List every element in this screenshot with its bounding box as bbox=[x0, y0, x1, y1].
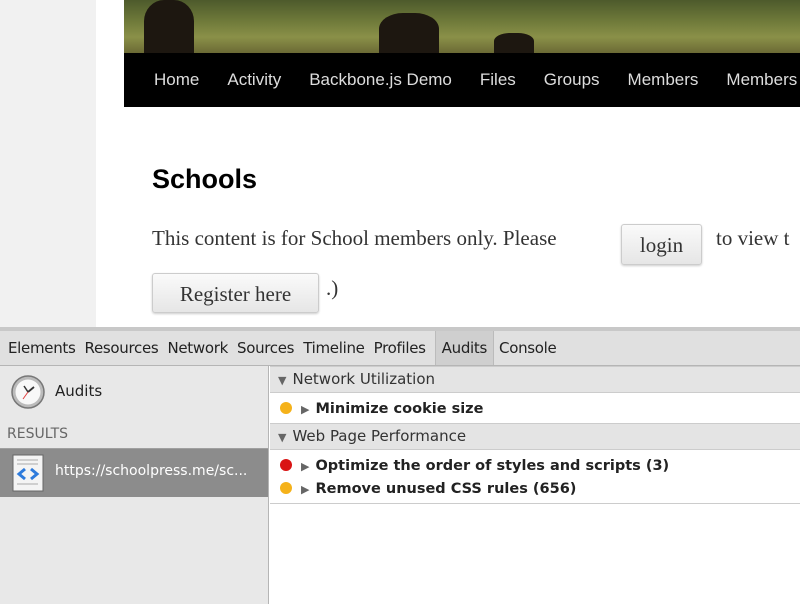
section-web-page-performance[interactable]: ▼ Web Page Performance bbox=[270, 423, 800, 450]
warning-dot-icon bbox=[280, 482, 292, 494]
rule-label: Remove unused CSS rules (656) bbox=[315, 481, 577, 497]
login-button[interactable]: login bbox=[621, 224, 702, 265]
tab-elements[interactable]: Elements bbox=[8, 331, 84, 365]
tab-profiles[interactable]: Profiles bbox=[374, 331, 434, 365]
page-gutter bbox=[0, 0, 96, 327]
nav-home[interactable]: Home bbox=[154, 70, 199, 90]
audit-rule-row[interactable]: ▶ Minimize cookie size bbox=[270, 398, 483, 420]
results-heading: RESULTS bbox=[7, 426, 69, 442]
rule-label: Optimize the order of styles and scripts… bbox=[315, 458, 670, 474]
audits-sidebar: Audits RESULTS https://schoolpress.me/sc… bbox=[0, 366, 269, 604]
section-title: Network Utilization bbox=[292, 370, 436, 388]
tab-network[interactable]: Network bbox=[167, 331, 236, 365]
nav-backbone-demo[interactable]: Backbone.js Demo bbox=[309, 70, 452, 90]
section-network-utilization[interactable]: ▼ Network Utilization bbox=[270, 366, 800, 393]
audit-results: ▼ Network Utilization ▶ Minimize cookie si… bbox=[270, 366, 800, 604]
web-page: Home Activity Backbone.js Demo Files Gro… bbox=[0, 0, 800, 327]
register-suffix: .) bbox=[326, 276, 339, 300]
document-code-icon bbox=[12, 454, 44, 492]
nav-members-2[interactable]: Members bbox=[726, 70, 797, 90]
tab-sources[interactable]: Sources bbox=[237, 331, 302, 365]
rule-label: Minimize cookie size bbox=[315, 401, 484, 417]
tab-resources[interactable]: Resources bbox=[85, 331, 167, 365]
register-button[interactable]: Register here bbox=[152, 273, 319, 313]
page-title: Schools bbox=[152, 164, 258, 194]
members-only-text-cont: to view t bbox=[716, 226, 790, 250]
tab-console[interactable]: Console bbox=[495, 331, 564, 365]
section-title: Web Page Performance bbox=[292, 427, 467, 445]
audit-rule-row[interactable]: ▶ Remove unused CSS rules (656) bbox=[270, 478, 576, 500]
members-only-text: This content is for School members only.… bbox=[152, 226, 557, 250]
nav-groups[interactable]: Groups bbox=[544, 70, 600, 90]
devtools-toolbar: Elements Resources Network Sources Timel… bbox=[0, 331, 800, 366]
triangle-right-icon: ▶ bbox=[301, 403, 310, 416]
header-banner-image bbox=[124, 0, 800, 53]
devtools-panel: Elements Resources Network Sources Timel… bbox=[0, 327, 800, 604]
error-dot-icon bbox=[280, 459, 292, 471]
divider bbox=[270, 503, 800, 504]
nav-files[interactable]: Files bbox=[480, 70, 516, 90]
nav-members[interactable]: Members bbox=[628, 70, 699, 90]
main-nav: Home Activity Backbone.js Demo Files Gro… bbox=[124, 53, 800, 107]
sidebar-audits-label: Audits bbox=[55, 382, 103, 400]
triangle-right-icon: ▶ bbox=[301, 483, 310, 496]
triangle-right-icon: ▶ bbox=[301, 460, 310, 473]
result-item[interactable]: https://schoolpress.me/sc... bbox=[0, 448, 268, 497]
tab-audits[interactable]: Audits bbox=[434, 331, 495, 365]
clock-icon bbox=[11, 375, 45, 409]
triangle-down-icon: ▼ bbox=[278, 374, 287, 387]
nav-activity[interactable]: Activity bbox=[227, 70, 281, 90]
sidebar-audits-item[interactable]: Audits bbox=[0, 366, 268, 416]
audit-rule-row[interactable]: ▶ Optimize the order of styles and script… bbox=[270, 455, 669, 477]
tab-timeline[interactable]: Timeline bbox=[303, 331, 372, 365]
warning-dot-icon bbox=[280, 402, 292, 414]
result-url: https://schoolpress.me/sc... bbox=[55, 463, 248, 479]
triangle-down-icon: ▼ bbox=[278, 431, 287, 444]
